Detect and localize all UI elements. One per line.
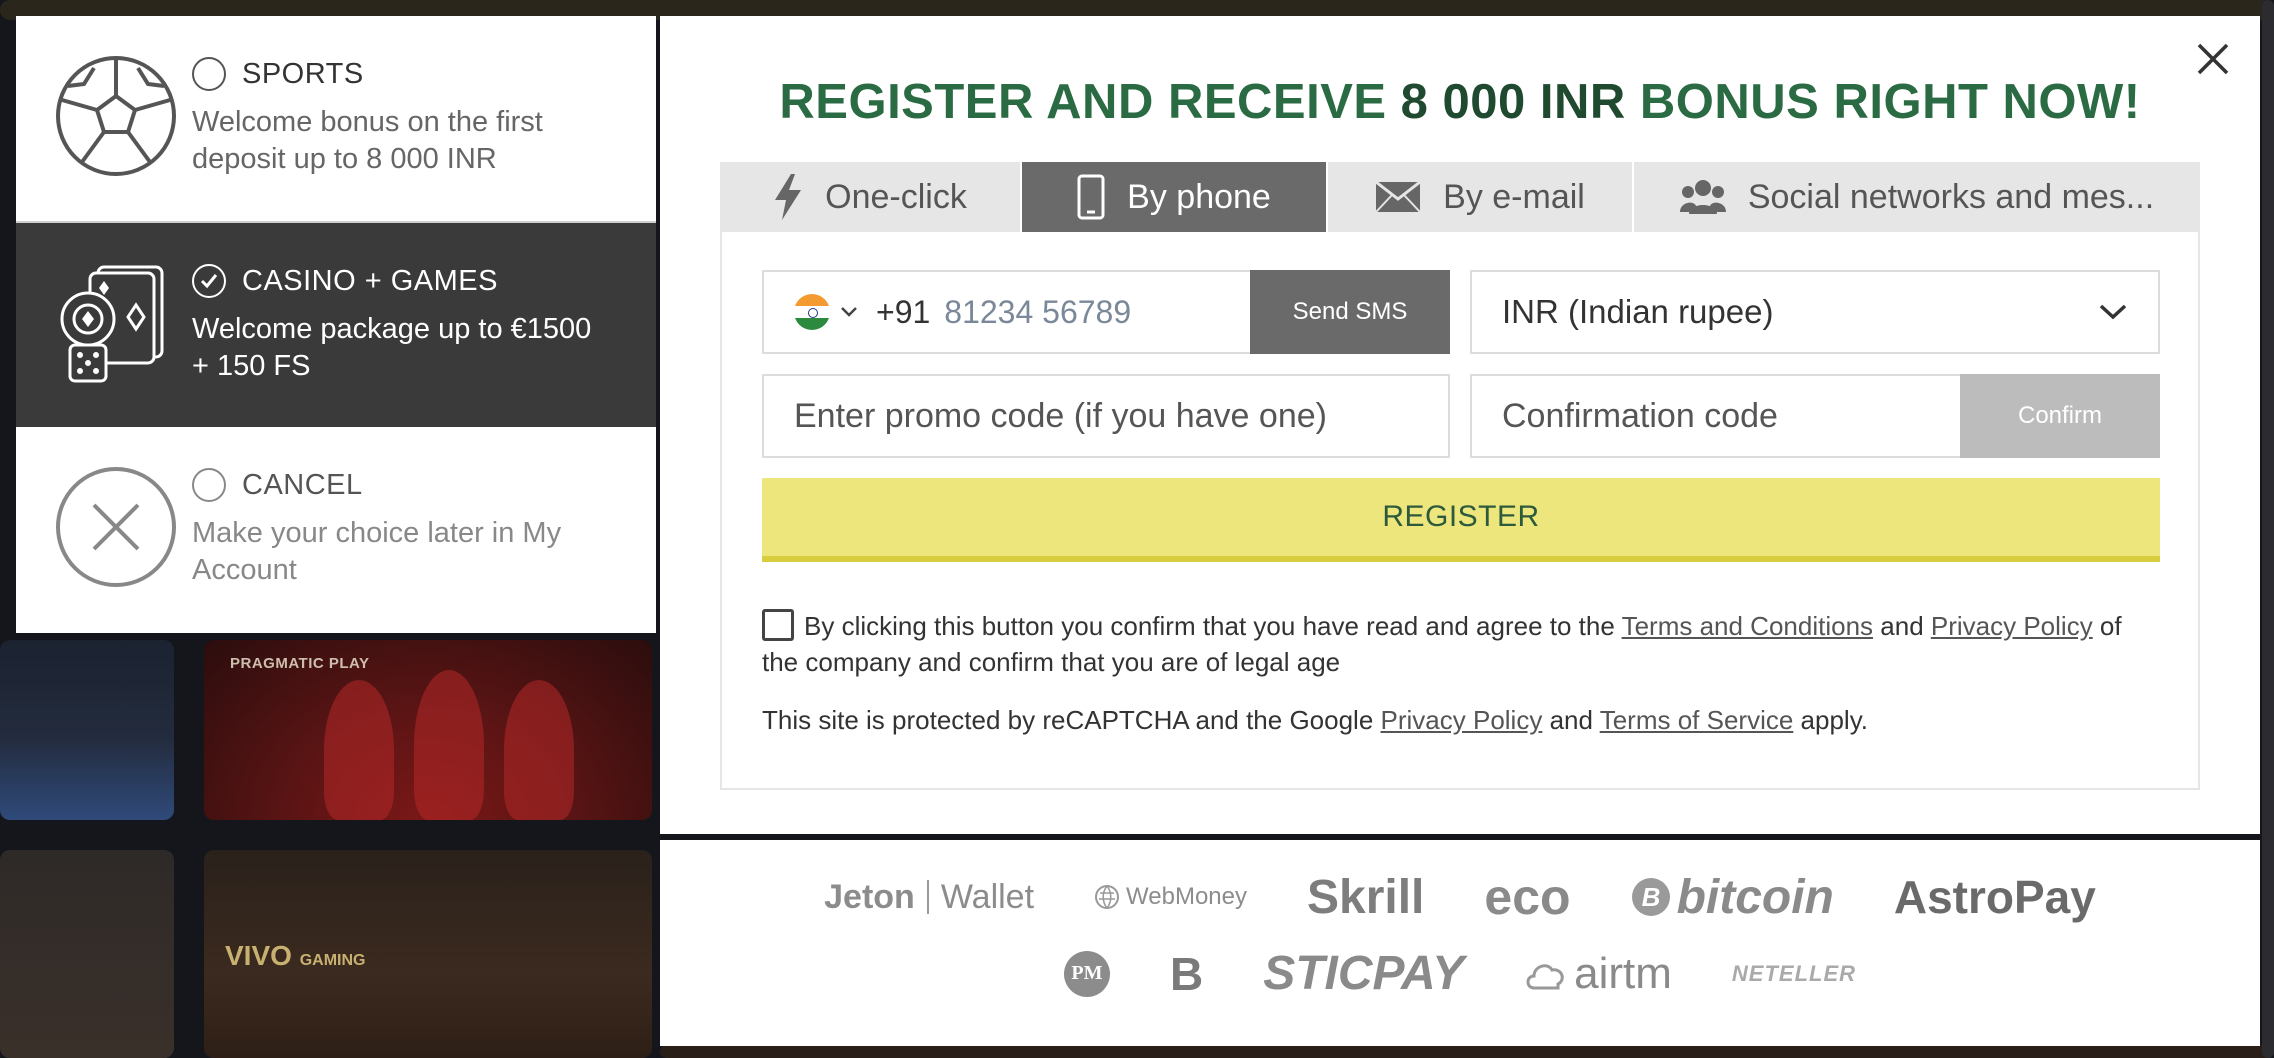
choice-casino-desc: Welcome package up to €1500 + 150 FS [192, 313, 592, 382]
payment-methods: Jeton Wallet WebMoney Skrill eco B bitcoi… [660, 840, 2260, 1046]
choice-casino-title: CASINO + GAMES [192, 263, 626, 299]
registration-method-tabs: One-click By phone By e-mail Social netw… [720, 162, 2200, 232]
background-strip [660, 1045, 2274, 1058]
choice-cancel-title: CANCEL [192, 467, 626, 503]
checkmark-icon [200, 274, 218, 289]
chevron-down-icon[interactable] [840, 306, 858, 318]
agree-text-2: and [1873, 611, 1931, 641]
choice-sports[interactable]: SPORTS Welcome bonus on the first deposi… [16, 16, 656, 221]
captcha-text-2: and [1542, 705, 1600, 735]
vivo-gaming-logo: VIVO GAMING [225, 940, 365, 972]
india-flag-icon[interactable] [794, 294, 830, 330]
bitcoin-logo-text: bitcoin [1676, 870, 1834, 924]
confirm-button[interactable]: Confirm [1960, 374, 2160, 458]
terms-checkbox[interactable] [762, 609, 794, 641]
google-privacy-policy-link[interactable]: Privacy Policy [1381, 705, 1543, 735]
envelope-icon [1375, 181, 1422, 213]
tab-by-phone[interactable]: By phone [1022, 162, 1328, 232]
country-code: +91 [876, 293, 931, 330]
choice-casino[interactable]: CASINO + GAMES Welcome package up to €15… [16, 221, 656, 427]
skrill-logo: Skrill [1306, 870, 1425, 924]
choice-sports-label: SPORTS [242, 57, 364, 90]
tab-by-email[interactable]: By e-mail [1328, 162, 1634, 232]
currency-select[interactable]: INR (Indian rupee) [1470, 270, 2160, 354]
bitcoin-coin-icon: B [1631, 878, 1670, 916]
wallet-logo-text: Wallet [940, 877, 1035, 916]
mobile-phone-icon [1077, 174, 1105, 220]
tab-by-phone-label: By phone [1127, 177, 1271, 216]
confirmation-code-input[interactable] [1502, 396, 1942, 436]
webmoney-logo: WebMoney [1094, 883, 1247, 911]
svg-text:B: B [1641, 882, 1660, 912]
close-icon [2197, 43, 2229, 75]
tab-social-networks-label: Social networks and mes... [1747, 177, 2155, 216]
confirmation-code-field: Confirm [1470, 374, 2160, 458]
choice-cancel-desc: Make your choice later in My Account [192, 517, 562, 586]
phone-field: +91 Send SMS [762, 270, 1450, 354]
pragmatic-play-logo: PRAGMATIC PLAY [230, 655, 370, 672]
recaptcha-notice: This site is protected by reCAPTCHA and … [762, 702, 2160, 738]
users-icon [1679, 180, 1726, 214]
choice-sports-title: SPORTS [192, 56, 626, 92]
radio-casino-checked[interactable] [192, 264, 226, 298]
promo-code-input[interactable] [794, 396, 1448, 436]
astropay-logo: AstroPay [1893, 871, 2096, 923]
headline-prefix: REGISTER AND RECEIVE [779, 75, 1401, 129]
terms-and-conditions-link[interactable]: Terms and Conditions [1622, 611, 1873, 641]
tab-social-networks[interactable]: Social networks and mes... [1634, 162, 2200, 232]
tab-one-click[interactable]: One-click [720, 162, 1022, 232]
phone-input[interactable] [944, 293, 1205, 331]
webmoney-logo-text: WebMoney [1126, 883, 1247, 910]
google-terms-of-service-link[interactable]: Terms of Service [1600, 705, 1794, 735]
cloud-icon [1526, 963, 1564, 989]
registration-headline: REGISTER AND RECEIVE 8 000 INR BONUS RIG… [660, 74, 2260, 130]
game-tile-blackjack [0, 640, 174, 820]
promo-code-field [762, 374, 1450, 458]
captcha-text-1: This site is protected by reCAPTCHA and … [762, 705, 1381, 735]
airtm-logo: airtm [1524, 949, 1672, 999]
bonus-choice-panel: SPORTS Welcome bonus on the first deposi… [16, 16, 656, 633]
tab-one-click-label: One-click [825, 177, 967, 216]
jeton-logo-text: Jeton [824, 877, 915, 916]
soccer-ball-icon [56, 56, 176, 176]
terms-agreement: By clicking this button you confirm that… [762, 608, 2160, 680]
payment-row-2: PM B STICPAY airtm NETELLER [660, 946, 2260, 1001]
bitcoin-logo: B bitcoin [1631, 870, 1834, 925]
currency-selected: INR (Indian rupee) [1502, 293, 1774, 330]
vivo-gaming-logo-subtext: GAMING [299, 952, 366, 969]
background-right-strip [2262, 0, 2274, 1058]
registration-modal: REGISTER AND RECEIVE 8 000 INR BONUS RIG… [660, 16, 2260, 834]
jeton-wallet-logo: Jeton Wallet [824, 878, 1034, 917]
casino-chips-cards-icon [60, 265, 164, 383]
radio-cancel[interactable] [192, 468, 226, 502]
eco-logo: eco [1484, 869, 1571, 925]
globe-icon [1095, 885, 1120, 909]
tab-by-email-label: By e-mail [1443, 177, 1585, 216]
privacy-policy-link[interactable]: Privacy Policy [1931, 611, 2093, 641]
vivo-gaming-logo-text: VIVO [225, 940, 292, 971]
choice-cancel-label: CANCEL [242, 468, 363, 501]
sticpay-logo: STICPAY [1263, 947, 1465, 1000]
send-sms-button[interactable]: Send SMS [1250, 270, 1450, 354]
phone-registration-form: +91 Send SMS INR (Indian rupee) Confirm … [720, 232, 2200, 790]
choice-sports-desc: Welcome bonus on the first deposit up to… [192, 106, 543, 175]
lightning-icon [775, 174, 802, 220]
chevron-down-icon [2099, 304, 2127, 320]
captcha-text-3: apply. [1793, 705, 1868, 735]
register-button[interactable]: REGISTER [762, 478, 2160, 562]
radio-sports[interactable] [192, 57, 226, 91]
airtm-logo-text: airtm [1574, 948, 1672, 998]
cancel-x-icon [56, 467, 176, 587]
headline-amount: 8 000 INR [1400, 75, 1626, 129]
neteller-logo: NETELLER [1731, 960, 1857, 986]
headline-suffix: BONUS RIGHT NOW! [1625, 75, 2141, 129]
choice-casino-label: CASINO + GAMES [242, 264, 498, 297]
payment-row-1: Jeton Wallet WebMoney Skrill eco B bitcoi… [660, 868, 2260, 926]
choice-cancel[interactable]: CANCEL Make your choice later in My Acco… [16, 427, 656, 633]
agree-text-1: By clicking this button you confirm that… [804, 611, 1622, 641]
b-payment-logo: B [1169, 947, 1204, 1000]
game-tile-live-dealer [0, 850, 174, 1058]
perfect-money-logo: PM [1063, 950, 1110, 997]
